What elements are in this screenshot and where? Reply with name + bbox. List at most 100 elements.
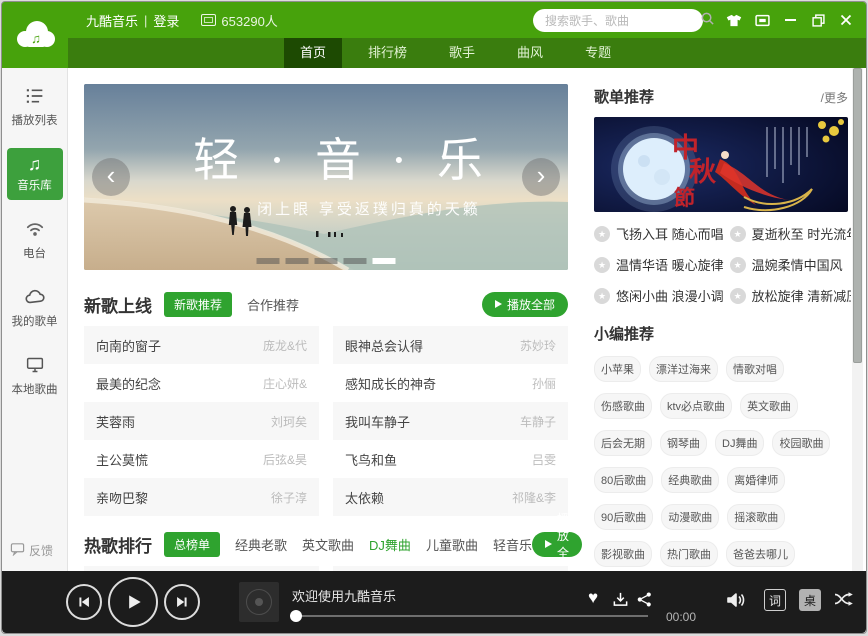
more-link[interactable]: /更多 [821, 89, 848, 106]
tab-new-recommend[interactable]: 新歌推荐 [164, 292, 232, 317]
image-char-qiu: 秋 [689, 157, 716, 188]
tag-pill[interactable]: 爸爸去哪儿 [726, 541, 795, 567]
sidebar-item-local-songs[interactable]: 本地歌曲 [7, 349, 63, 404]
tab-dj-dance[interactable]: DJ舞曲 [369, 535, 411, 554]
tag-pill[interactable]: 摇滚歌曲 [727, 504, 785, 530]
tag-pill[interactable]: 动漫歌曲 [661, 504, 719, 530]
desktop-lyrics-button[interactable]: 桌 [799, 589, 821, 611]
favorite-icon[interactable]: ♥ [588, 588, 598, 608]
play-button[interactable] [108, 577, 158, 627]
song-item[interactable]: 眼神总会认得苏妙玲 [333, 326, 568, 364]
search-box[interactable] [533, 9, 703, 32]
vertical-scrollbar[interactable] [852, 68, 863, 571]
elapsed-time: 00:00 [666, 610, 696, 624]
lyrics-button[interactable]: 词 [764, 589, 786, 611]
volume-icon[interactable] [726, 591, 748, 609]
song-item[interactable]: 感知成长的神奇孙俪 [333, 364, 568, 402]
sidebar-item-radio[interactable]: 电台 [7, 213, 63, 268]
carousel-dot[interactable] [315, 258, 338, 264]
tag-pill[interactable]: 离婚律师 [727, 467, 785, 493]
tab-topics[interactable]: 专题 [569, 38, 627, 68]
progress-bar[interactable] [292, 615, 648, 617]
song-item[interactable]: 主公莫慌后弦&昊 [84, 440, 319, 478]
progress-knob[interactable] [290, 610, 302, 622]
tag-pill[interactable]: 影视歌曲 [594, 541, 652, 567]
skin-icon[interactable] [726, 12, 742, 28]
sidebar-item-music-library[interactable]: ♫ 音乐库 [7, 148, 63, 200]
music-note-icon: ♫ [28, 155, 42, 173]
playlist-link[interactable]: ★温婉柔情中国风 [730, 255, 851, 274]
song-item[interactable]: 我叫车静子车静子 [333, 402, 568, 440]
previous-button[interactable] [66, 584, 102, 620]
tag-pill[interactable]: 伤感歌曲 [594, 393, 652, 419]
carousel-dot[interactable] [257, 258, 280, 264]
mid-autumn-banner-image[interactable]: 中 秋 節 [594, 117, 848, 212]
tab-genre[interactable]: 曲风 [501, 38, 559, 68]
tag-pill[interactable]: 后会无期 [594, 430, 652, 456]
tag-pill[interactable]: 小苹果 [594, 356, 641, 382]
tag-pill[interactable]: 热门歌曲 [660, 541, 718, 567]
carousel-dot[interactable] [286, 258, 309, 264]
search-icon[interactable] [700, 11, 715, 31]
carousel-prev-button[interactable]: ‹ [92, 158, 130, 196]
mini-mode-icon[interactable] [754, 12, 770, 28]
playlist-link[interactable]: ★放松旋律 清新减压 [730, 286, 851, 305]
brand-separator: | [144, 13, 147, 28]
tag-pill[interactable]: 校园歌曲 [772, 430, 830, 456]
carousel-dot[interactable] [344, 258, 367, 264]
song-item[interactable]: 芙蓉雨刘珂矣 [84, 402, 319, 440]
playlist-link[interactable]: ★温情华语 暖心旋律 [594, 255, 724, 274]
hot-ranking-header: 热歌排行 总榜单 经典老歌 英文歌曲 DJ舞曲 儿童歌曲 轻音乐 播放全部 [84, 530, 568, 558]
tab-overall-chart[interactable]: 总榜单 [164, 532, 220, 557]
playlist-link[interactable]: ★悠闲小曲 浪漫小调 [594, 286, 724, 305]
next-button[interactable] [164, 584, 200, 620]
share-icon[interactable] [636, 591, 653, 608]
tab-ranking[interactable]: 排行榜 [352, 38, 423, 68]
playlist-link[interactable]: ★飞扬入耳 随心而唱 [594, 224, 724, 243]
tag-pill[interactable]: 经典歌曲 [661, 467, 719, 493]
shuffle-icon[interactable] [834, 591, 856, 607]
tag-pill[interactable]: DJ舞曲 [715, 430, 764, 456]
download-icon[interactable] [612, 591, 629, 608]
song-item[interactable]: 亲吻巴黎徐子淳 [84, 478, 319, 516]
playlist-link[interactable]: ★夏逝秋至 时光流年 [730, 224, 851, 243]
song-item[interactable]: 太依赖祁隆&李 [333, 478, 568, 516]
tab-home[interactable]: 首页 [284, 38, 342, 68]
carousel-banner[interactable]: 轻 · 音 · 乐 闭上眼 享受返璞归真的天籁 ‹ › [84, 84, 568, 270]
carousel-next-button[interactable]: › [522, 158, 560, 196]
sidebar-item-playlist[interactable]: 播放列表 [7, 80, 63, 135]
tag-pill[interactable]: ktv必点歌曲 [660, 393, 732, 419]
tab-classic-songs[interactable]: 经典老歌 [235, 535, 287, 554]
song-item[interactable]: 飞鸟和鱼吕雯 [333, 440, 568, 478]
login-link[interactable]: 登录 [153, 11, 179, 30]
tab-children-songs[interactable]: 儿童歌曲 [426, 535, 478, 554]
carousel-dot-active[interactable] [373, 258, 396, 264]
close-button[interactable] [838, 12, 854, 28]
scrollbar-thumb[interactable] [853, 68, 862, 363]
tag-pill[interactable]: 漂洋过海来 [649, 356, 718, 382]
tag-pill[interactable]: 英文歌曲 [740, 393, 798, 419]
play-all-button[interactable]: 播放全部 [482, 292, 568, 317]
tag-pill[interactable]: 情歌对唱 [726, 356, 784, 382]
tab-coop-recommend[interactable]: 合作推荐 [247, 295, 299, 314]
tab-light-music[interactable]: 轻音乐 [493, 535, 532, 554]
main-nav: 首页 排行榜 歌手 曲风 专题 [68, 38, 866, 68]
play-icon [495, 300, 502, 308]
tag-pill[interactable]: 钢琴曲 [660, 430, 707, 456]
search-input[interactable] [545, 14, 700, 28]
app-logo[interactable]: ♫ [2, 2, 68, 68]
tag-pill[interactable]: 90后歌曲 [594, 504, 653, 530]
star-icon: ★ [730, 257, 746, 273]
tag-pill[interactable]: 80后歌曲 [594, 467, 653, 493]
feedback-button[interactable]: 反馈 [10, 541, 53, 559]
play-all-button[interactable]: 播放全部 [532, 532, 582, 557]
maximize-button[interactable] [810, 12, 826, 28]
minimize-button[interactable] [782, 12, 798, 28]
online-count: 653290人 [201, 11, 277, 30]
song-item[interactable]: 向南的窗子庞龙&代 [84, 326, 319, 364]
tab-english-songs[interactable]: 英文歌曲 [302, 535, 354, 554]
table-row: 向南的窗子庞龙&代 眼神总会认得苏妙玲 [84, 326, 568, 364]
song-item[interactable]: 最美的纪念庄心妍& [84, 364, 319, 402]
sidebar-item-my-playlists[interactable]: 我的歌单 [7, 281, 63, 336]
tab-artists[interactable]: 歌手 [433, 38, 491, 68]
